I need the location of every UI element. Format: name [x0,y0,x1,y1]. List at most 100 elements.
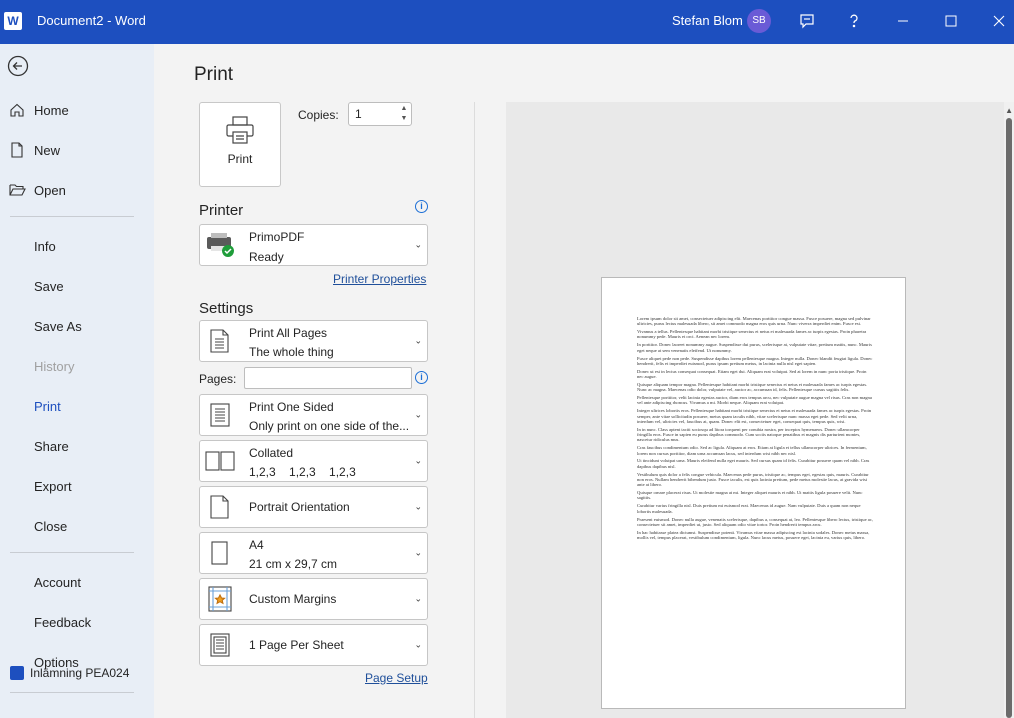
nav-save[interactable]: Save [0,272,154,300]
nav-save-label: Save [34,278,64,294]
preview-paragraph: Vivamus a tellus. Pellentesque habitant … [637,329,867,340]
nav-account[interactable]: Account [0,568,154,596]
nav-divider [10,692,134,693]
scrollbar-thumb[interactable] [1006,118,1012,718]
nav-export-label: Export [34,478,72,494]
preview-paragraph: Cras faucibus condimentum odio. Sed ac l… [637,445,867,456]
preview-paragraph: Pellentesque porttitor, velit lacinia eg… [637,395,872,406]
paper-size-title: A4 [249,538,264,552]
pages-per-sheet-icon [205,630,235,660]
word-doc-icon [10,666,24,680]
help-icon[interactable] [841,8,867,34]
print-range-title: Print All Pages [249,326,328,340]
maximize-icon[interactable] [938,8,964,34]
nav-divider [10,552,134,553]
paper-size-icon [205,538,235,568]
preview-paragraph: In hac habitasse platea dictumst. Suspen… [637,529,870,540]
printer-info-icon[interactable]: i [415,200,428,213]
print-range-dropdown[interactable]: Print All Pages The whole thing ⌄ [199,320,428,362]
nav-share[interactable]: Share [0,432,154,460]
paper-size-dropdown[interactable]: A4 21 cm x 29,7 cm ⌄ [199,532,428,574]
chevron-down-icon: ⌄ [414,335,422,346]
recent-document[interactable]: Inlämning PEA024 [10,666,129,680]
margins-dropdown[interactable]: Custom Margins ⌄ [199,578,428,620]
sides-dropdown[interactable]: Print One Sided Only print on one side o… [199,394,428,436]
nav-close-label: Close [34,518,68,534]
nav-home-label: Home [34,102,69,118]
user-name[interactable]: Stefan Blom [672,13,743,28]
title-bar: W Document2 - Word Stefan Blom SB [0,0,1014,44]
printer-dropdown[interactable]: PrimoPDF Ready ⌄ [199,224,428,266]
nav-feedback-label: Feedback [34,614,92,630]
chevron-down-icon: ⌄ [414,409,422,420]
print-button[interactable]: Print [199,102,281,187]
preview-page-text: Lorem ipsum dolor sit amet, consectetuer… [637,316,873,543]
recent-document-label: Inlämning PEA024 [30,666,130,680]
chevron-down-icon: ⌄ [414,239,422,250]
back-arrow-icon[interactable] [6,54,30,78]
nav-open-label: Open [34,182,66,198]
preview-paragraph: Quisque ornare placerat risus. Ut molest… [637,490,863,501]
orientation-title: Portrait Orientation [249,500,350,514]
nav-new[interactable]: New [0,136,154,164]
pages-input[interactable] [244,367,412,389]
word-logo-icon: W [4,12,22,30]
nav-open[interactable]: Open [0,176,154,204]
preview-paragraph: Vestibulum quis dolor a felis congue veh… [637,471,869,488]
nav-history-label: History [34,358,75,374]
printer-properties-link[interactable]: Printer Properties [333,272,426,286]
nav-feedback[interactable]: Feedback [0,608,154,636]
nav-save-as[interactable]: Save As [0,312,154,340]
printer-name: PrimoPDF [249,230,305,244]
nav-export[interactable]: Export [0,472,154,500]
page-setup-link[interactable]: Page Setup [365,671,428,685]
minimize-icon[interactable] [890,8,916,34]
panel-divider [474,102,475,718]
orientation-dropdown[interactable]: Portrait Orientation ⌄ [199,486,428,528]
preview-paragraph: Lorem ipsum dolor sit amet, consectetuer… [637,316,871,327]
margins-title: Custom Margins [249,592,337,606]
avatar[interactable]: SB [747,9,771,33]
nav-info-label: Info [34,238,56,254]
home-icon [0,102,34,118]
print-panel: Print Print Copies: 1 ▲ ▼ Printer i Primo… [154,44,1014,718]
nav-close[interactable]: Close [0,512,154,540]
settings-heading: Settings [199,300,254,317]
preview-paragraph: In in nunc. Class aptent taciti sociosqu… [637,426,861,443]
nav-info[interactable]: Info [0,232,154,260]
printer-status: Ready [249,250,284,264]
pages-per-sheet-dropdown[interactable]: 1 Page Per Sheet ⌄ [199,624,428,666]
new-document-icon [0,142,34,158]
collation-dropdown[interactable]: Collated 1,2,3 1,2,3 1,2,3 ⌄ [199,440,428,482]
collated-icon [205,446,235,476]
copies-spin-icon[interactable]: ▲ ▼ [399,104,409,124]
custom-margins-icon [205,584,235,614]
close-icon[interactable] [986,8,1012,34]
folder-open-icon [0,183,34,197]
sides-desc: Only print on one side of the... [249,419,410,433]
preview-paragraph: Fusce aliquet pede non pede. Suspendisse… [637,355,873,366]
preview-paragraph: Ut tincidunt volutpat urna. Mauris eleif… [637,458,870,469]
scroll-up-icon[interactable]: ▲ [1005,106,1013,115]
nav-print[interactable]: Print [0,392,154,420]
copies-stepper[interactable]: 1 ▲ ▼ [348,102,412,126]
nav-print-label: Print [34,398,61,414]
nav-account-label: Account [34,574,81,590]
preview-paragraph: Praesent euismod. Donec nulla augue, ven… [637,516,873,527]
nav-divider [10,216,134,217]
portrait-icon [205,492,235,522]
preview-paragraph: Curabitur varius fringilla nisl. Duis pr… [637,503,861,514]
paper-size-desc: 21 cm x 29,7 cm [249,557,338,571]
preview-scrollbar[interactable]: ▲ [1004,102,1014,718]
preview-paragraph: Integer ultrices lobortis eros. Pellente… [637,408,872,424]
pages-info-icon[interactable]: i [415,371,428,384]
nav-share-label: Share [34,438,69,454]
preview-page: Lorem ipsum dolor sit amet, consectetuer… [601,277,906,709]
sides-title: Print One Sided [249,400,334,414]
pages-per-sheet-title: 1 Page Per Sheet [249,638,344,652]
printer-ready-icon [205,230,235,260]
pages-label: Pages: [199,372,237,386]
printer-icon [226,116,254,144]
feedback-icon[interactable] [794,8,820,34]
nav-home[interactable]: Home [0,96,154,124]
